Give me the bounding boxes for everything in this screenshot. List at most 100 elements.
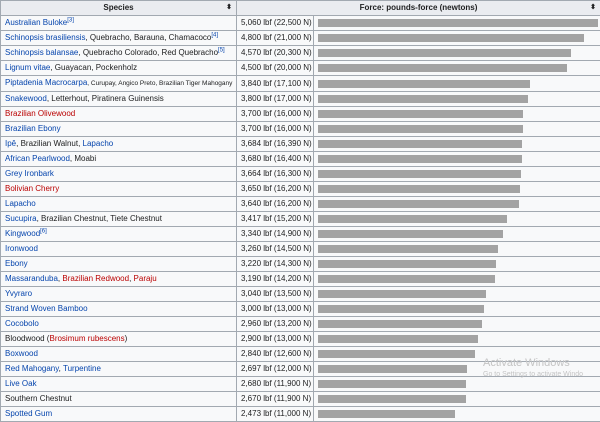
species-redlink[interactable]: Paraju: [134, 274, 157, 283]
species-link[interactable]: Schinopsis brasiliensis: [5, 33, 85, 42]
force-bar: [318, 170, 521, 178]
species-link[interactable]: Boxwood: [5, 349, 38, 358]
species-link[interactable]: Live Oak: [5, 379, 37, 388]
force-bar-cell: [314, 137, 600, 152]
table-row: Bloodwood (Brosimum rubescens)2,900 lbf …: [1, 332, 600, 347]
force-bar-cell: [314, 227, 600, 242]
species-link[interactable]: Cocobolo: [5, 319, 39, 328]
species-link[interactable]: Australian Buloke: [5, 18, 67, 27]
species-link[interactable]: Snakewood: [5, 94, 47, 103]
sort-arrows-icon[interactable]: ⬍: [590, 1, 596, 15]
species-header-label: Species: [103, 3, 133, 12]
species-link[interactable]: Strand Woven Bamboo: [5, 304, 88, 313]
table-row: Brazilian Ebony 3,700 lbf (16,000 N): [1, 122, 600, 137]
force-value: 2,473 lbf (11,000 N): [237, 407, 314, 422]
table-row: Ebony3,220 lbf (14,300 N): [1, 257, 600, 272]
species-link[interactable]: Ironwood: [5, 244, 38, 253]
force-value: 3,650 lbf (16,200 N): [237, 182, 314, 197]
force-bar-cell: [314, 46, 600, 61]
citation-link[interactable]: [4]: [211, 32, 218, 38]
species-cell: Brazilian Olivewood: [1, 107, 237, 122]
table-row: Yvyraro 3,040 lbf (13,500 N): [1, 287, 600, 302]
force-bar-cell: [314, 332, 600, 347]
force-value: 3,040 lbf (13,500 N): [237, 287, 314, 302]
force-bar: [318, 410, 455, 418]
species-link[interactable]: African Pearlwood: [5, 154, 70, 163]
species-text: , Quebracho Colorado, Red Quebracho: [78, 48, 218, 57]
force-bar-cell: [314, 317, 600, 332]
species-link[interactable]: Lapacho: [83, 139, 114, 148]
force-bar: [318, 305, 484, 313]
force-value: 3,417 lbf (15,200 N): [237, 212, 314, 227]
species-link[interactable]: Turpentine: [63, 364, 101, 373]
species-link[interactable]: Ebony: [5, 259, 28, 268]
species-link[interactable]: Brazilian Ebony: [5, 124, 61, 133]
table-row: Schinopsis brasiliensis, Quebracho, Bara…: [1, 31, 600, 46]
table-row: Southern Chestnut2,670 lbf (11,900 N): [1, 392, 600, 407]
force-bar-cell: [314, 152, 600, 167]
sort-arrows-icon[interactable]: ⬍: [226, 1, 232, 15]
species-redlink[interactable]: Brazilian Redwood: [62, 274, 129, 283]
force-bar-cell: [314, 31, 600, 46]
species-link[interactable]: Massaranduba: [5, 274, 58, 283]
citation-link[interactable]: [3]: [67, 17, 74, 23]
species-cell: Kingwood[6]: [1, 227, 237, 242]
table-row: Bolivian Cherry 3,650 lbf (16,200 N): [1, 182, 600, 197]
force-bar: [318, 110, 523, 118]
table-row: Piptadenia Macrocarpa, Curupay, Angico P…: [1, 76, 600, 92]
species-link[interactable]: Sucupira: [5, 214, 37, 223]
table-row: African Pearlwood, Moabi3,680 lbf (16,40…: [1, 152, 600, 167]
species-text: , Brazilian Chestnut, Tiete Chestnut: [37, 214, 162, 223]
table-row: Schinopsis balansae, Quebracho Colorado,…: [1, 46, 600, 61]
force-value: 3,640 lbf (16,200 N): [237, 197, 314, 212]
force-bar-cell: [314, 377, 600, 392]
species-link[interactable]: Ipê: [5, 139, 16, 148]
force-header[interactable]: Force: pounds-force (newtons) ⬍: [237, 1, 600, 16]
force-bar: [318, 245, 498, 253]
species-cell: Red Mahogany, Turpentine: [1, 362, 237, 377]
force-value: 2,680 lbf (11,900 N): [237, 377, 314, 392]
force-bar-cell: [314, 347, 600, 362]
force-bar-cell: [314, 76, 600, 92]
force-bar: [318, 200, 519, 208]
table-row: Ironwood3,260 lbf (14,500 N): [1, 242, 600, 257]
force-value: 4,570 lbf (20,300 N): [237, 46, 314, 61]
force-bar: [318, 290, 486, 298]
species-redlink[interactable]: Brosimum rubescens: [49, 334, 124, 343]
force-bar-cell: [314, 362, 600, 377]
force-bar: [318, 365, 467, 373]
force-value: 3,680 lbf (16,400 N): [237, 152, 314, 167]
species-link[interactable]: Grey Ironbark: [5, 169, 54, 178]
force-bar-cell: [314, 212, 600, 227]
force-bar: [318, 230, 503, 238]
species-cell: Brazilian Ebony: [1, 122, 237, 137]
species-redlink[interactable]: Brazilian Olivewood: [5, 109, 75, 118]
force-bar-cell: [314, 16, 600, 31]
species-link[interactable]: Spotted Gum: [5, 409, 52, 418]
citation-link[interactable]: [5]: [218, 47, 225, 53]
species-link[interactable]: Schinopsis balansae: [5, 48, 78, 57]
force-bar-cell: [314, 61, 600, 76]
force-value: 2,900 lbf (13,000 N): [237, 332, 314, 347]
force-bar-cell: [314, 392, 600, 407]
species-cell: Boxwood: [1, 347, 237, 362]
species-link[interactable]: Yvyraro: [5, 289, 32, 298]
species-link[interactable]: Piptadenia Macrocarpa: [5, 78, 87, 87]
species-redlink[interactable]: Bolivian Cherry: [5, 184, 59, 193]
table-row: Live Oak 2,680 lbf (11,900 N): [1, 377, 600, 392]
force-value: 3,700 lbf (16,000 N): [237, 122, 314, 137]
species-link[interactable]: Kingwood: [5, 229, 40, 238]
citation-link[interactable]: [6]: [40, 228, 47, 234]
species-link[interactable]: Lignum vitae: [5, 63, 50, 72]
species-text: , Letterhout, Piratinera Guinensis: [47, 94, 164, 103]
force-bar-cell: [314, 302, 600, 317]
species-cell: Australian Buloke[3]: [1, 16, 237, 31]
species-link[interactable]: Lapacho: [5, 199, 36, 208]
table-row: Cocobolo2,960 lbf (13,200 N): [1, 317, 600, 332]
force-bar-cell: [314, 197, 600, 212]
force-bar: [318, 260, 496, 268]
species-header[interactable]: Species ⬍: [1, 1, 237, 16]
species-link[interactable]: Red Mahogany: [5, 364, 59, 373]
species-cell: Ebony: [1, 257, 237, 272]
force-bar-cell: [314, 122, 600, 137]
